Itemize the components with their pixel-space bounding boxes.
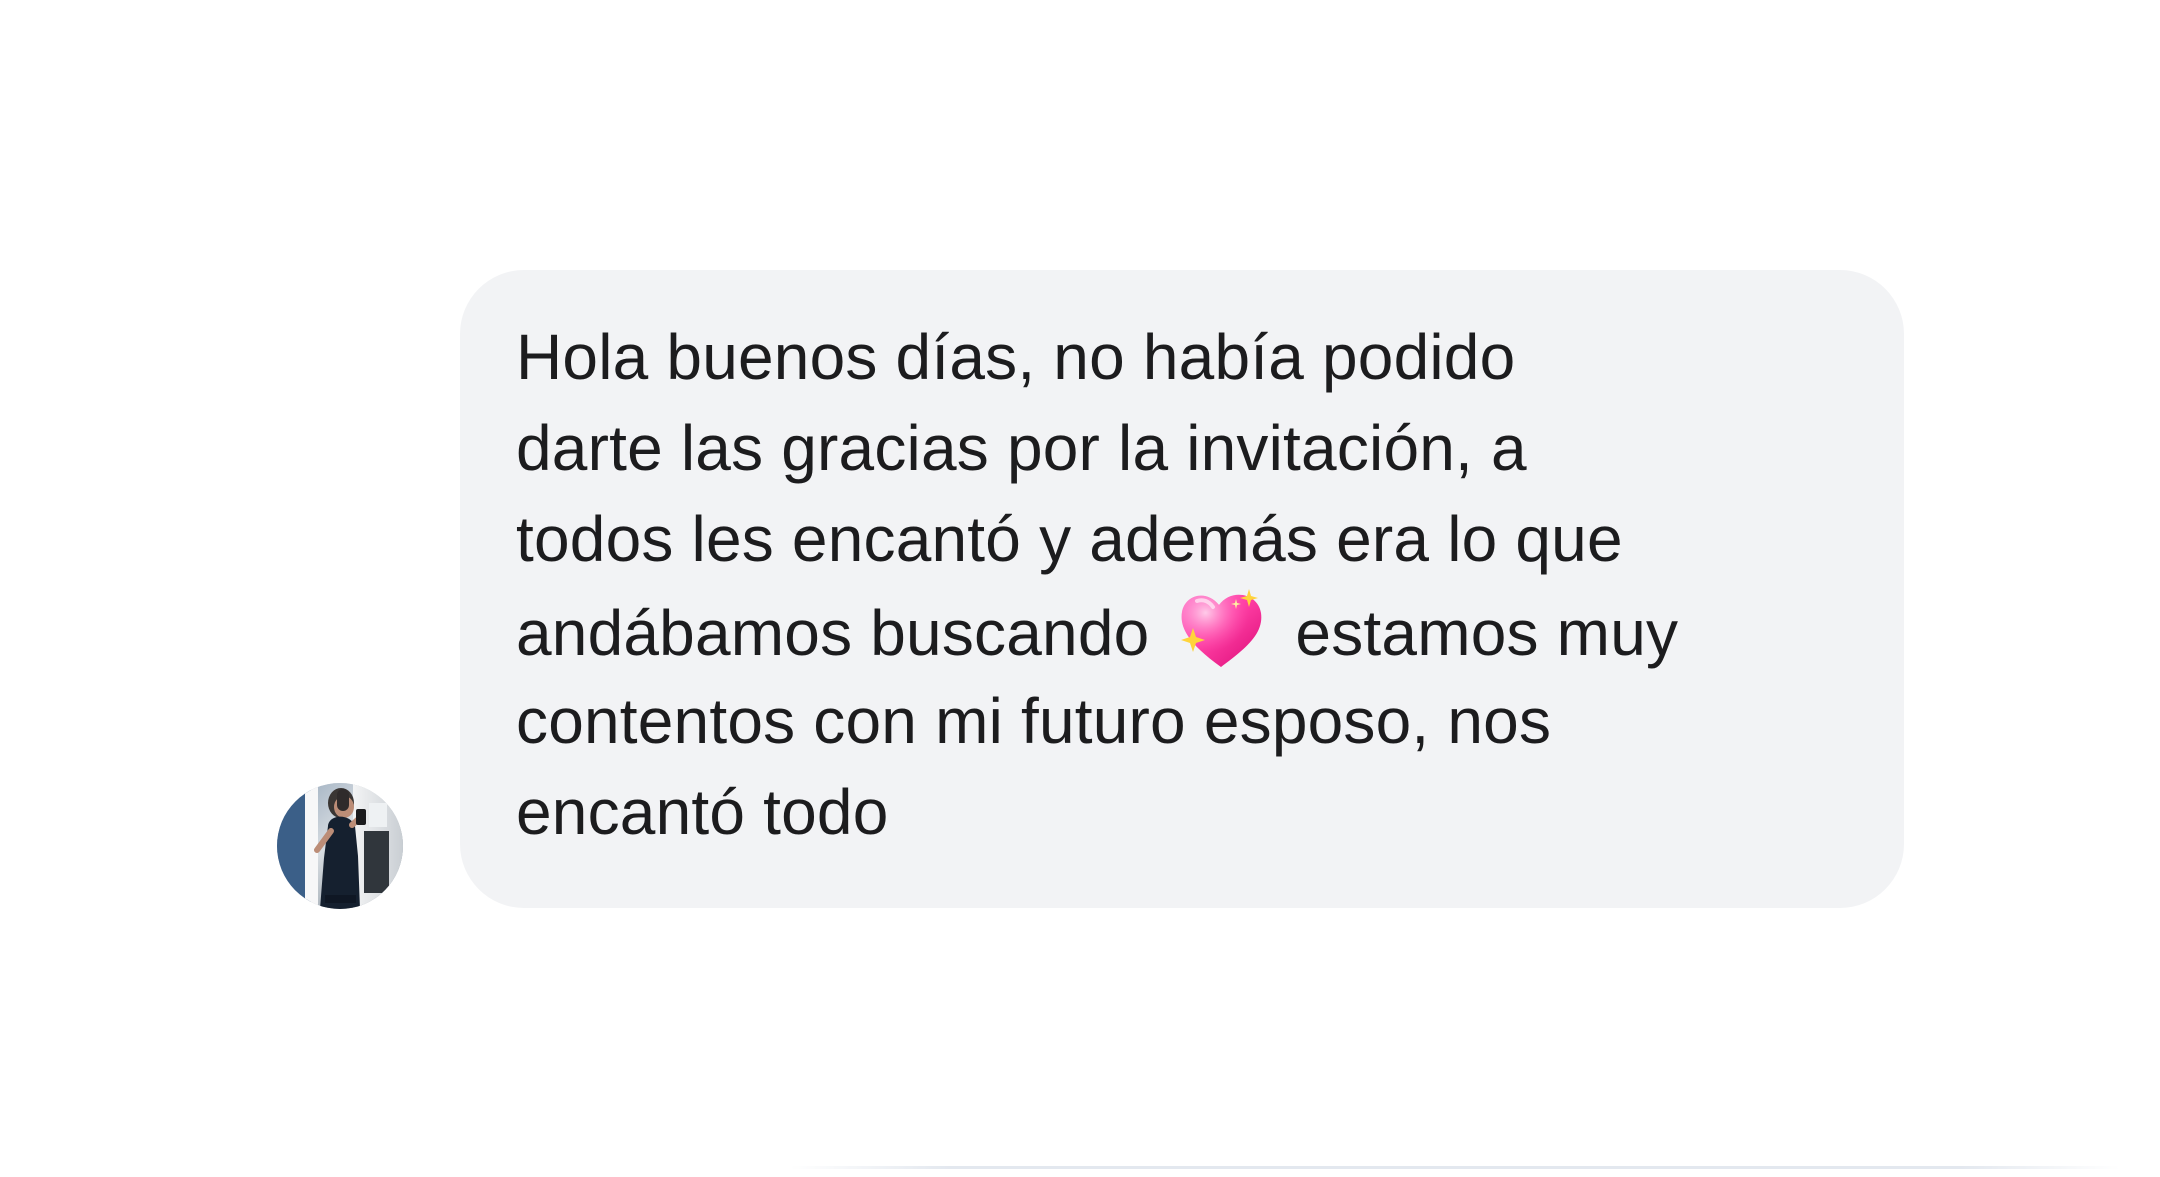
message-line-2: darte las gracias por la invitación, a <box>516 412 1527 484</box>
profile-photo-icon <box>277 783 403 909</box>
chat-area: Hola buenos días, no había podido darte … <box>0 0 2160 1177</box>
incoming-message-row: Hola buenos días, no había podido darte … <box>0 0 2160 1177</box>
bottom-divider <box>790 1166 2120 1169</box>
message-line-3: todos les encantó y además era lo que <box>516 503 1623 575</box>
message-line-6: encantó todo <box>516 776 889 848</box>
message-line-4: andábamos buscando estamos muy <box>516 585 1864 676</box>
message-line-4-end: estamos muy <box>1295 597 1679 669</box>
message-bubble[interactable]: Hola buenos días, no había podido darte … <box>460 270 1904 908</box>
message-line-1: Hola buenos días, no había podido <box>516 321 1516 393</box>
message-line-4-start: andábamos buscando <box>516 597 1150 669</box>
message-text: Hola buenos días, no había podido darte … <box>516 312 1864 858</box>
message-line-5: contentos con mi futuro esposo, nos <box>516 685 1552 757</box>
sparkling-heart-icon <box>1175 585 1267 673</box>
avatar[interactable] <box>277 783 403 909</box>
